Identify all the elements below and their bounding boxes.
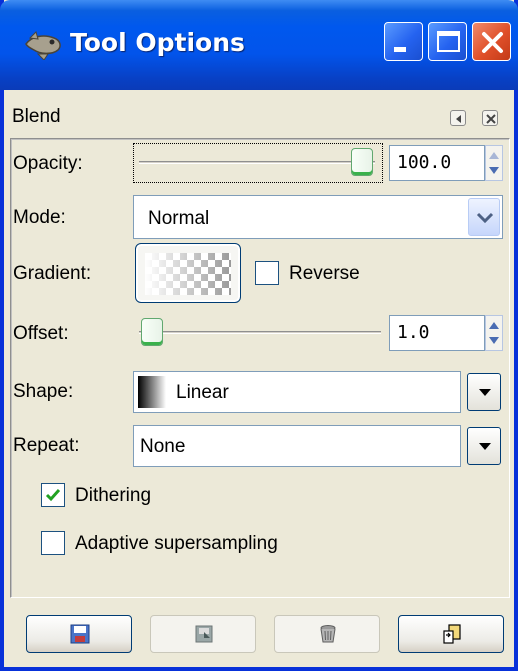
window-body: Blend Opacity: 100.0 Mode: Normal Gradie… bbox=[4, 90, 514, 667]
reset-options-button[interactable] bbox=[398, 615, 504, 653]
close-icon bbox=[482, 32, 503, 53]
dock-header: Blend bbox=[4, 90, 514, 136]
mode-selected: Normal bbox=[148, 208, 210, 229]
offset-spin-arrows-icon[interactable] bbox=[485, 315, 503, 351]
shape-label: Shape: bbox=[13, 381, 74, 402]
shape-dropdown-button[interactable] bbox=[467, 373, 501, 411]
window-title: Tool Options bbox=[70, 28, 245, 57]
dock-menu-button[interactable] bbox=[450, 110, 466, 126]
triangle-down-icon bbox=[479, 389, 491, 396]
shape-selected: Linear bbox=[176, 382, 229, 403]
mode-combo[interactable]: Normal bbox=[133, 195, 503, 239]
gradient-label: Gradient: bbox=[13, 263, 92, 284]
shape-field[interactable]: Linear bbox=[133, 371, 461, 413]
offset-value-field[interactable]: 1.0 bbox=[389, 315, 485, 351]
adaptive-supersampling-checkbox[interactable] bbox=[41, 531, 65, 555]
maximize-button[interactable] bbox=[428, 22, 467, 61]
gradient-select-button[interactable] bbox=[135, 243, 241, 303]
minimize-button[interactable] bbox=[384, 22, 423, 61]
restore-options-button[interactable] bbox=[150, 615, 256, 653]
opacity-value-field[interactable]: 100.0 bbox=[389, 145, 485, 181]
menu-arrow-icon bbox=[456, 115, 461, 123]
delete-icon bbox=[320, 625, 336, 643]
opacity-trough bbox=[139, 161, 375, 164]
bottom-button-bar bbox=[4, 610, 514, 660]
offset-slider-thumb[interactable] bbox=[141, 318, 163, 346]
checkmark-icon bbox=[45, 489, 61, 502]
save-icon bbox=[70, 624, 90, 644]
repeat-dropdown-button[interactable] bbox=[467, 427, 501, 465]
reverse-label[interactable]: Reverse bbox=[289, 263, 360, 285]
mode-dropdown-button[interactable] bbox=[468, 198, 500, 236]
delete-options-button[interactable] bbox=[274, 615, 380, 653]
tool-options-window: Tool Options Blend Opacity: 100.0 Mode: … bbox=[0, 0, 518, 671]
minimize-icon bbox=[394, 47, 406, 52]
close-button[interactable] bbox=[472, 22, 511, 61]
repeat-label: Repeat: bbox=[13, 435, 80, 456]
offset-trough bbox=[139, 331, 381, 334]
gradient-preview bbox=[145, 253, 231, 295]
dock-close-icon bbox=[486, 114, 496, 124]
reverse-checkbox[interactable] bbox=[255, 261, 279, 285]
save-options-button[interactable] bbox=[26, 615, 132, 653]
linear-shape-icon bbox=[138, 376, 166, 408]
opacity-slider-thumb[interactable] bbox=[351, 148, 373, 176]
repeat-field[interactable]: None bbox=[133, 425, 461, 467]
triangle-down-icon bbox=[479, 443, 491, 450]
restore-icon bbox=[195, 625, 213, 643]
dithering-label[interactable]: Dithering bbox=[75, 485, 151, 507]
options-panel: Opacity: 100.0 Mode: Normal Gradient: Re… bbox=[10, 138, 510, 598]
dithering-checkbox[interactable] bbox=[41, 483, 65, 507]
opacity-label: Opacity: bbox=[13, 153, 83, 174]
reset-icon bbox=[443, 624, 461, 644]
opacity-spin-arrows-icon[interactable] bbox=[485, 145, 503, 181]
dock-close-button[interactable] bbox=[482, 110, 498, 126]
offset-label: Offset: bbox=[13, 323, 69, 344]
title-bar[interactable]: Tool Options bbox=[0, 0, 518, 90]
mode-label: Mode: bbox=[13, 207, 66, 228]
repeat-selected: None bbox=[140, 436, 186, 457]
gimp-app-icon bbox=[25, 31, 61, 60]
adaptive-supersampling-label[interactable]: Adaptive supersampling bbox=[75, 533, 278, 555]
dock-title: Blend bbox=[12, 106, 61, 127]
maximize-icon bbox=[437, 31, 460, 52]
chevron-down-icon bbox=[476, 212, 494, 224]
